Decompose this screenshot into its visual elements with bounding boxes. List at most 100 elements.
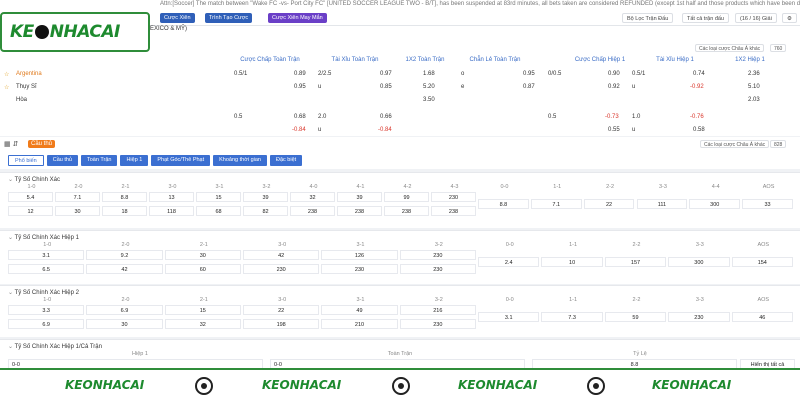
odds-cell[interactable]: 13 <box>149 192 194 202</box>
odds-cell[interactable]: 18 <box>102 206 147 216</box>
parlay-button[interactable]: Cược Xiên <box>160 13 195 23</box>
odds-cell[interactable]: 230 <box>321 264 398 274</box>
odds-cell[interactable]: 42 <box>243 250 320 260</box>
odds-cell[interactable]: 49 <box>321 305 398 315</box>
stats-icon[interactable]: ▦ ⇵ <box>4 140 18 148</box>
odds-cell[interactable]: 10 <box>541 257 603 267</box>
odds-cell[interactable]: 32 <box>290 192 335 202</box>
league-count[interactable]: (16 / 16) Giải <box>735 13 777 23</box>
odds-cell[interactable]: 1.68 <box>423 71 435 77</box>
odds-cell[interactable]: 3.50 <box>423 97 435 103</box>
odds-cell[interactable]: 99 <box>384 192 429 202</box>
tab-full-match[interactable]: Toàn Trận <box>80 155 118 166</box>
odds-cell[interactable]: 238 <box>337 206 382 216</box>
odds-cell[interactable]: -0.76 <box>690 114 704 120</box>
odds-cell[interactable]: 32 <box>164 319 241 329</box>
all-matches-select[interactable]: Tất cả trận đấu <box>682 13 729 23</box>
odds-cell[interactable]: 0.68 <box>294 114 306 120</box>
odds-cell[interactable]: 238 <box>431 206 476 216</box>
odds-cell[interactable]: 68 <box>196 206 241 216</box>
odds-cell[interactable]: 59 <box>604 312 667 322</box>
odds-cell[interactable]: -0.84 <box>292 127 306 133</box>
odds-cell[interactable]: 33 <box>742 199 793 209</box>
star-icon[interactable]: ☆ <box>4 84 9 91</box>
odds-cell[interactable]: 0.95 <box>523 71 535 77</box>
odds-cell[interactable]: 230 <box>399 264 476 274</box>
odds-cell[interactable]: 210 <box>321 319 398 329</box>
odds-cell[interactable]: 126 <box>321 250 398 260</box>
odds-cell[interactable]: 230 <box>243 264 320 274</box>
odds-cell[interactable]: 0.58 <box>693 127 705 133</box>
odds-cell[interactable]: -0.84 <box>378 127 392 133</box>
market-count[interactable]: 828 <box>770 140 787 148</box>
tab-player[interactable]: Cầu thủ <box>46 155 78 166</box>
odds-cell[interactable]: 7.1 <box>55 192 100 202</box>
bet-type-select-2[interactable]: Các loại cược Châu Á khác <box>700 140 770 148</box>
player-tag[interactable]: Cầu thủ <box>28 140 56 148</box>
tab-time-period[interactable]: Khoảng thời gian <box>213 155 267 166</box>
odds-cell[interactable]: 5.10 <box>748 84 760 90</box>
odds-cell[interactable]: 3.1 <box>478 312 540 322</box>
odds-cell[interactable]: 238 <box>384 206 429 216</box>
odds-cell[interactable]: 300 <box>689 199 741 209</box>
tab-corners-cards[interactable]: Phạt Góc/Thẻ Phạt <box>151 155 211 166</box>
bet-builder-button[interactable]: Trình Tạo Cược <box>205 13 253 23</box>
odds-cell[interactable]: 22 <box>583 199 635 209</box>
odds-cell[interactable]: 30 <box>164 250 241 260</box>
section-title[interactable]: Tỷ Số Chính Xác Hiệp 1/Cả Trận <box>8 343 102 350</box>
odds-cell[interactable]: 230 <box>399 319 476 329</box>
odds-cell[interactable]: 8.8 <box>478 199 529 209</box>
odds-cell[interactable]: 216 <box>399 305 476 315</box>
odds-cell[interactable]: 30 <box>55 206 100 216</box>
odds-cell[interactable]: 22 <box>243 305 320 315</box>
odds-cell[interactable]: 230 <box>431 192 476 202</box>
tab-popular[interactable]: Phổ biến <box>8 155 44 166</box>
odds-cell[interactable]: 15 <box>164 305 241 315</box>
odds-cell[interactable]: 0.95 <box>294 84 306 90</box>
odds-cell[interactable]: 42 <box>86 264 163 274</box>
match-filter-select[interactable]: Bộ Lọc Trận Đấu <box>622 13 674 23</box>
odds-cell[interactable]: 8.8 <box>102 192 147 202</box>
odds-cell[interactable]: 0.97 <box>380 71 392 77</box>
star-icon[interactable]: ☆ <box>4 71 9 78</box>
odds-cell[interactable]: 0.92 <box>608 84 620 90</box>
odds-cell[interactable]: 111 <box>636 199 688 209</box>
odds-cell[interactable]: 230 <box>668 312 730 322</box>
odds-cell[interactable]: 2.03 <box>748 97 760 103</box>
odds-cell[interactable]: 300 <box>668 257 730 267</box>
odds-cell[interactable]: 2.36 <box>748 71 760 77</box>
odds-count[interactable]: 760 <box>770 44 787 52</box>
odds-cell[interactable]: 3.1 <box>8 250 85 260</box>
odds-cell[interactable]: 6.9 <box>86 305 163 315</box>
odds-cell[interactable]: 0.74 <box>693 71 705 77</box>
odds-cell[interactable]: -0.92 <box>690 84 704 90</box>
tab-first-half[interactable]: Hiệp 1 <box>120 155 149 166</box>
odds-cell[interactable]: 39 <box>337 192 382 202</box>
odds-cell[interactable]: 0.89 <box>294 71 306 77</box>
odds-cell[interactable]: 82 <box>243 206 288 216</box>
odds-cell[interactable]: 39 <box>243 192 288 202</box>
odds-cell[interactable]: 3.3 <box>8 305 85 315</box>
odds-cell[interactable]: 30 <box>86 319 163 329</box>
odds-cell[interactable]: 5.20 <box>423 84 435 90</box>
odds-cell[interactable]: 15 <box>196 192 241 202</box>
odds-cell[interactable]: 7.3 <box>541 312 603 322</box>
odds-cell[interactable]: 5.4 <box>8 192 53 202</box>
section-title[interactable]: Tỷ Số Chính Xác Hiệp 1 <box>8 234 79 241</box>
odds-cell[interactable]: 60 <box>164 264 241 274</box>
odds-cell[interactable]: 12 <box>8 206 53 216</box>
odds-cell[interactable]: 230 <box>399 250 476 260</box>
odds-cell[interactable]: 238 <box>290 206 335 216</box>
odds-cell[interactable]: 198 <box>243 319 320 329</box>
section-title[interactable]: Tỷ Số Chính Xác <box>8 176 60 183</box>
bet-type-select[interactable]: Các loại cược Châu Á khác <box>695 44 765 52</box>
odds-cell[interactable]: 7.1 <box>530 199 582 209</box>
odds-cell[interactable]: 6.5 <box>8 264 85 274</box>
odds-cell[interactable]: 157 <box>604 257 667 267</box>
odds-cell[interactable]: 0.87 <box>523 84 535 90</box>
odds-cell[interactable]: 0.90 <box>608 71 620 77</box>
odds-cell[interactable]: -0.73 <box>605 114 619 120</box>
lucky-parlay-button[interactable]: Cược Xiên May Mắn <box>268 13 327 23</box>
settings-icon[interactable]: ⚙ <box>782 13 797 23</box>
odds-cell[interactable]: 2.4 <box>478 257 540 267</box>
